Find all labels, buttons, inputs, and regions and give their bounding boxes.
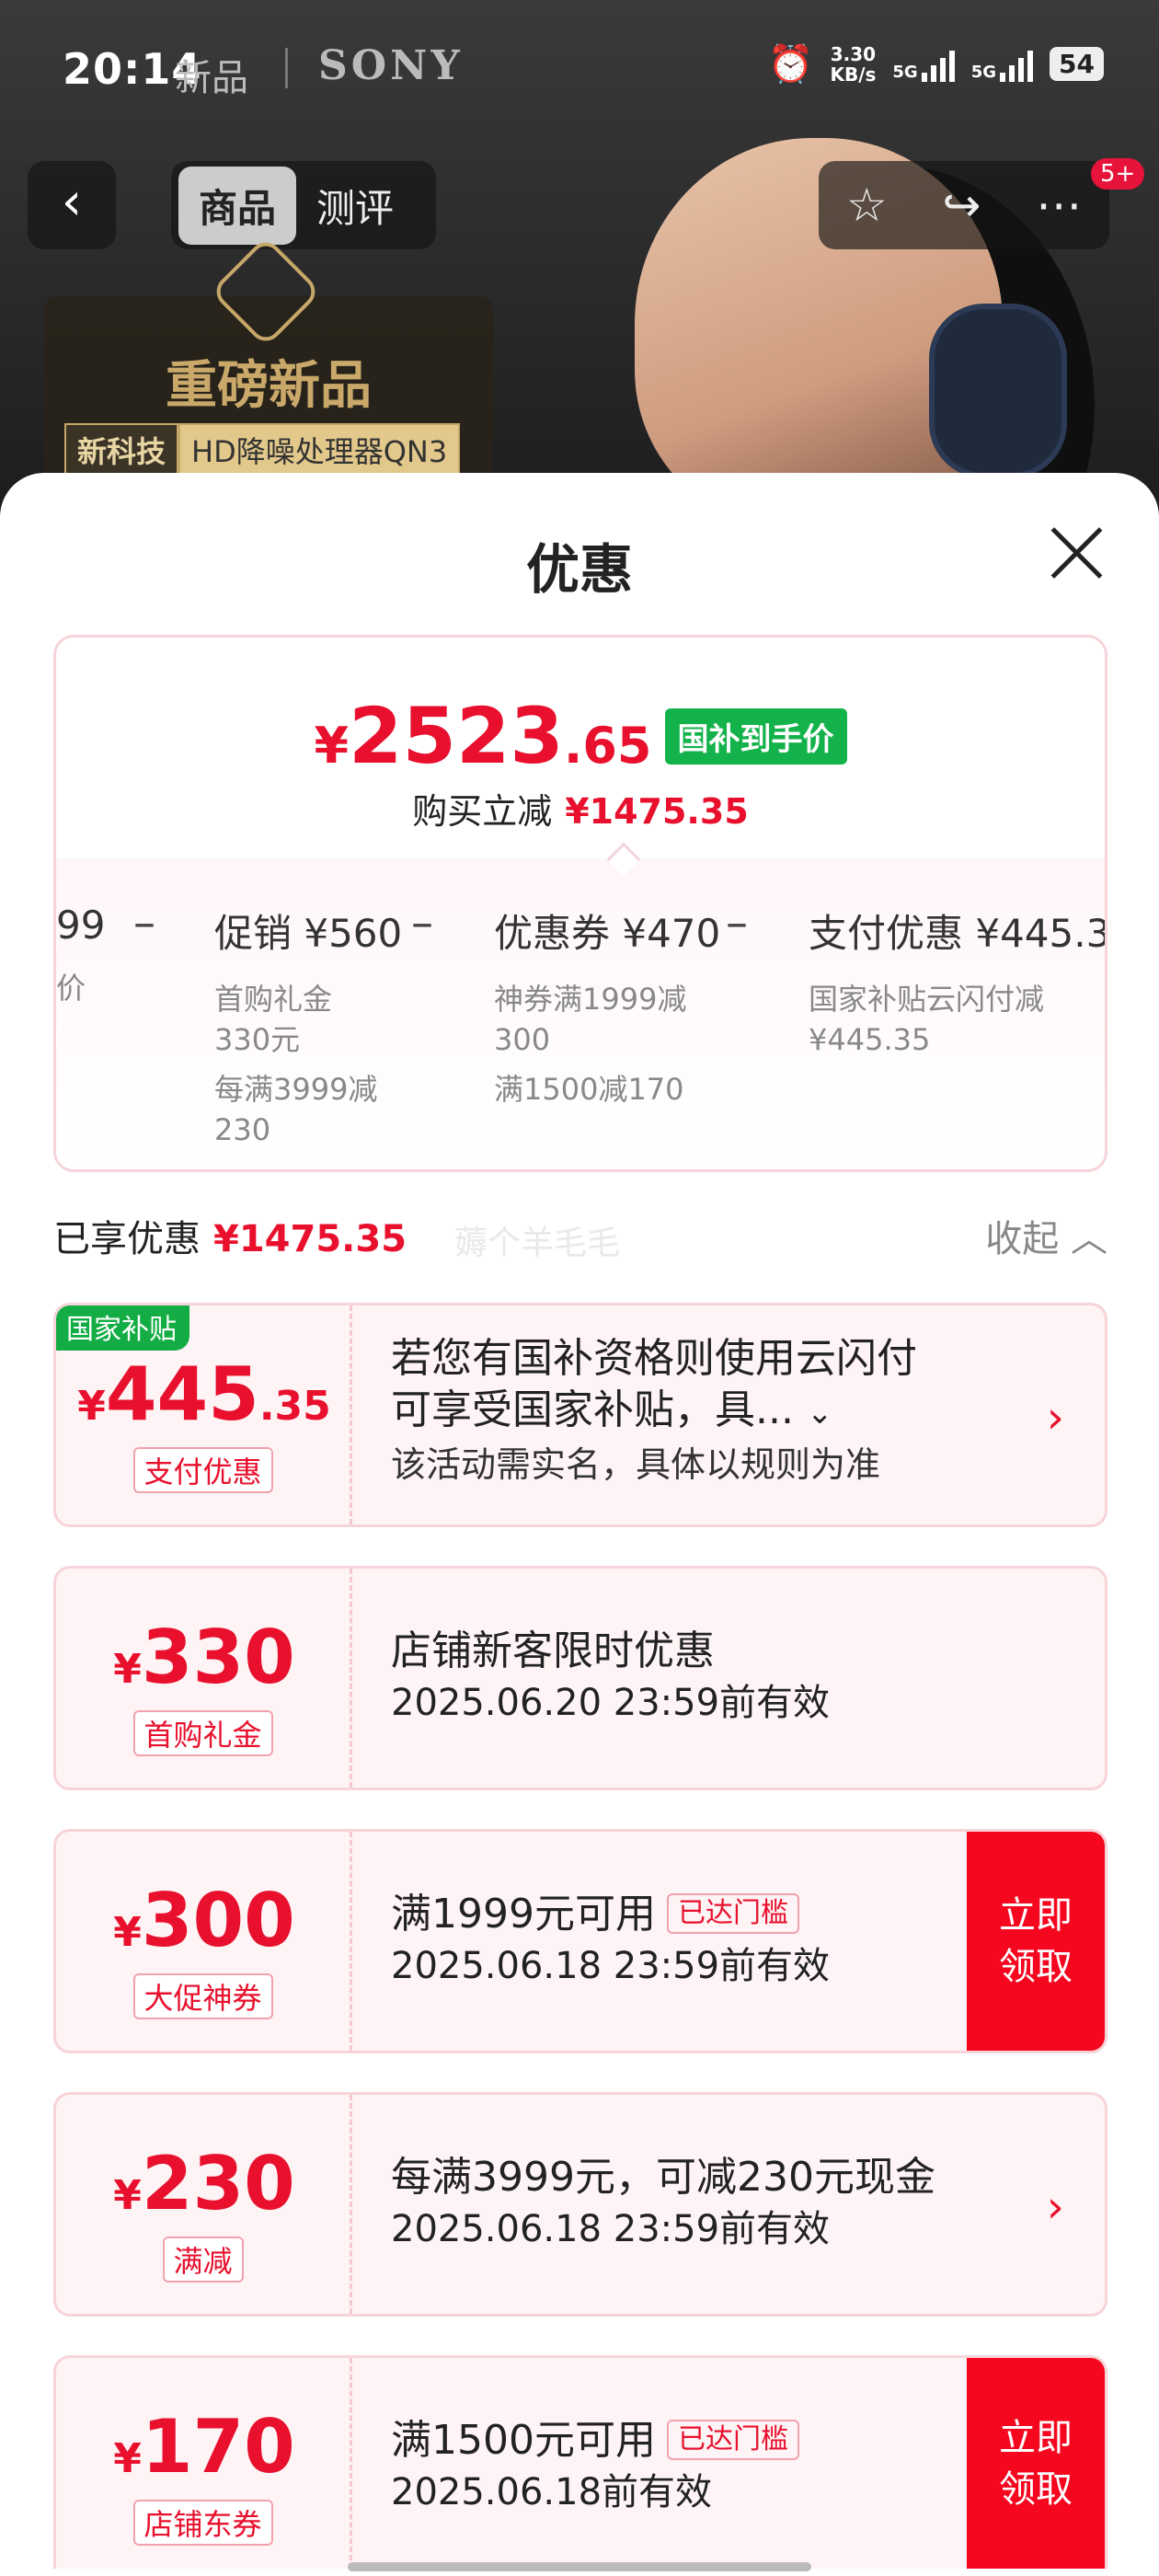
chevron-down-icon[interactable]: ⌄ xyxy=(807,1395,833,1432)
promo-title: 重磅新品 xyxy=(166,356,372,416)
more-icon[interactable]: ⋯ xyxy=(1036,178,1082,232)
breakdown-item: 优惠券 ¥470 神券满1999减 300 满1500减170 xyxy=(494,911,721,1107)
threshold-badge: 已达门槛 xyxy=(666,1893,799,1934)
chevron-left-icon: ‹ xyxy=(61,172,83,232)
coupon-card: ¥300 大促神券 满1999元可用 已达门槛 2025.06.18 23:59前… xyxy=(53,1829,1107,2053)
chevron-right-icon[interactable]: › xyxy=(1047,2181,1064,2233)
claim-button[interactable]: 立即领取 xyxy=(967,2358,1105,2569)
signal-icon: 5G xyxy=(971,47,1034,82)
coupon-card[interactable]: ¥445.35 支付优惠 国家补贴 若您有国补资格则使用云闪付 可享受国家补贴，… xyxy=(53,1303,1107,1527)
breakdown-item: 促销 ¥560 首购礼金 330元 每满3999减 230 xyxy=(214,911,403,1147)
coupon-tag: 满减 xyxy=(162,2237,244,2283)
national-subsidy-badge: 国家补贴 xyxy=(56,1305,189,1351)
notification-badge: 5+ xyxy=(1091,158,1145,190)
discount-sheet: 优惠 ¥2523.65 国补到手价 购买立减 ¥1475.35 99 价 – 促销 … xyxy=(0,473,1159,2576)
coupon-tag: 大促神券 xyxy=(132,1973,273,2019)
final-price: ¥2523.65 国补到手价 xyxy=(56,691,1105,781)
share-icon[interactable]: ↪ xyxy=(942,178,981,232)
chevron-up-icon: ︿ xyxy=(1071,1218,1107,1260)
promo-tag: 新科技 xyxy=(64,423,179,477)
subsidy-price-badge: 国补到手价 xyxy=(664,708,847,765)
claim-button[interactable]: 立即领取 xyxy=(967,1832,1105,2051)
coupon-tag: 支付优惠 xyxy=(132,1447,273,1493)
breakdown-item: 支付优惠 ¥445.35 国家补贴云闪付减 ¥445.35 xyxy=(809,911,1107,1057)
network-speed: 3.30 KB/s xyxy=(830,42,877,86)
discount-breakdown: 99 价 – 促销 ¥560 首购礼金 330元 每满3999减 230 – 优… xyxy=(56,897,1107,1147)
home-indicator[interactable] xyxy=(348,2562,811,2571)
coupon-tag: 首购礼金 xyxy=(132,1710,273,1756)
promo-banner: 重磅新品 新科技 HD降噪处理器QN3 xyxy=(44,236,493,486)
status-bar: 20:14 新品 SONY ⏰ 3.30 KB/s 5G 5G 54 xyxy=(0,0,1159,147)
battery-icon: 54 xyxy=(1050,47,1104,81)
tab-bar: 商品 测评 xyxy=(171,161,436,249)
coupon-tag: 店铺东券 xyxy=(132,2500,273,2546)
watermark: 薅个羊毛毛 xyxy=(454,1225,621,1262)
coupon-card[interactable]: ¥230 满减 每满3999元，可减230元现金 2025.06.18 23:5… xyxy=(53,2092,1107,2317)
close-icon[interactable] xyxy=(1049,524,1104,580)
price-summary: ¥2523.65 国补到手价 购买立减 ¥1475.35 99 价 – 促销 ¥56… xyxy=(53,635,1107,1172)
sheet-title: 优惠 xyxy=(525,538,633,601)
tab-product[interactable]: 商品 xyxy=(178,166,297,245)
back-button[interactable]: ‹ xyxy=(28,161,116,249)
signal-icon: 5G xyxy=(892,47,955,82)
star-icon[interactable]: ☆ xyxy=(846,178,888,232)
alarm-icon: ⏰ xyxy=(767,43,814,86)
collapse-button[interactable]: 收起 ︿ xyxy=(985,1209,1107,1262)
tab-review[interactable]: 测评 xyxy=(296,167,414,245)
promo-tag-desc: HD降噪处理器QN3 xyxy=(178,423,461,477)
chevron-right-icon[interactable]: › xyxy=(1047,1392,1064,1443)
coupon-card[interactable]: ¥330 首购礼金 店铺新客限时优惠 2025.06.20 23:59前有效 xyxy=(53,1566,1107,1790)
headphone-image xyxy=(929,304,1067,478)
brand-text: 新品 xyxy=(175,57,248,99)
coupon-card: ¥170 店铺东券 满1500元可用 已达门槛 2025.06.18前有效 立即领… xyxy=(53,2355,1107,2569)
enjoyed-discount: 已享优惠 ¥1475.35 xyxy=(53,1218,407,1260)
sony-logo: SONY xyxy=(318,42,464,89)
threshold-badge: 已达门槛 xyxy=(666,2420,799,2460)
header-actions: ☆ ↪ ⋯ xyxy=(819,161,1109,249)
breakdown-item: 99 价 xyxy=(56,903,106,1006)
total-reduction: 购买立减 ¥1475.35 xyxy=(412,791,749,832)
